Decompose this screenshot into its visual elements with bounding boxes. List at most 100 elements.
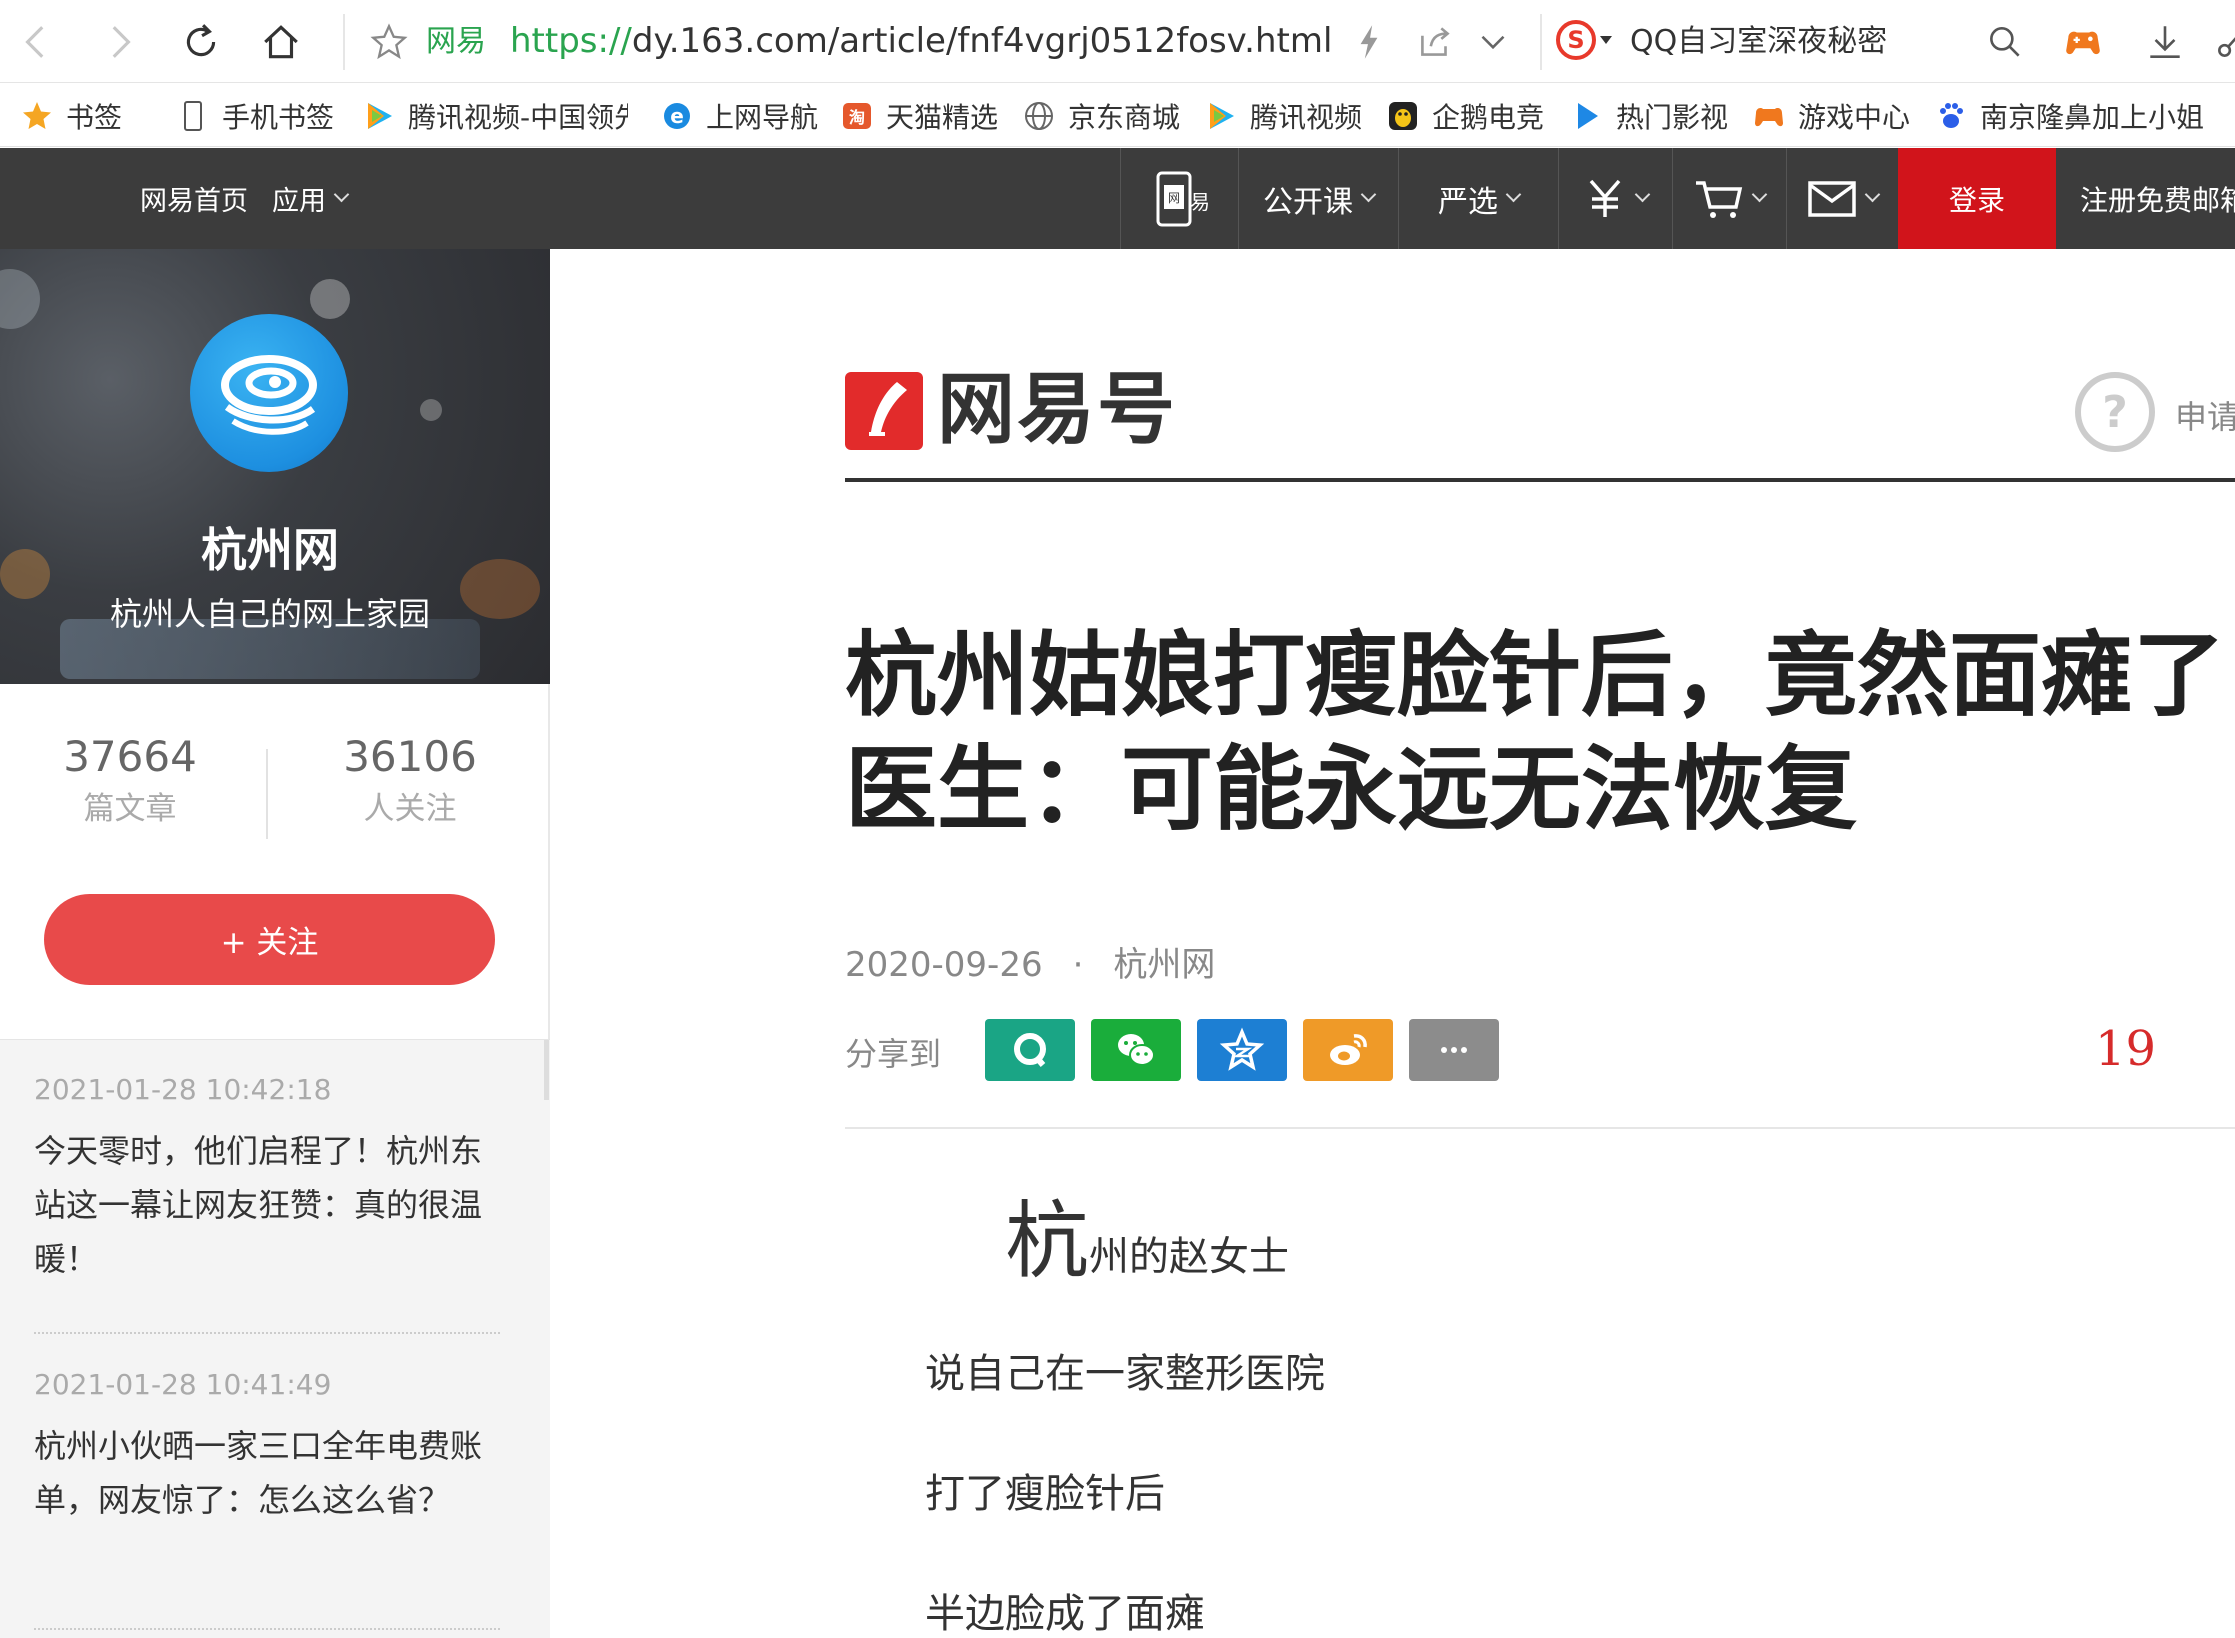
article-paragraph: 说自己在一家整形医院 <box>925 1351 1325 1397</box>
search-icon[interactable] <box>1978 15 2032 69</box>
chevron-down-icon[interactable] <box>1466 15 1520 69</box>
download-icon[interactable] <box>2138 15 2192 69</box>
bookmark-item[interactable]: 腾讯视频-中国领先 <box>362 84 628 146</box>
share-more-button[interactable] <box>1409 1019 1499 1081</box>
qq-icon <box>1014 1033 1046 1067</box>
article-link[interactable]: 今天零时，他们启程了！杭州东站这一幕让网友狂赞：真的很温暖！ <box>34 1124 500 1286</box>
home-icon[interactable] <box>254 15 308 69</box>
tencent-video-icon <box>1204 99 1238 133</box>
stat-followers: 36106 人关注 <box>280 729 540 833</box>
netease-hao-header: 网易号 ? 申请 <box>845 362 2235 482</box>
bookmark-item[interactable]: e 上网导航 <box>660 84 819 146</box>
login-button[interactable]: 登录 <box>1898 148 2056 249</box>
comment-count[interactable]: 19 <box>2095 1021 2156 1077</box>
nav-yanxuan[interactable]: 严选 <box>1398 148 1558 249</box>
stat-number: 36106 <box>343 732 477 781</box>
article-title: 杭州姑娘打瘦脸针后，竟然面瘫了！ 医生：可能永远无法恢复 <box>845 619 2235 847</box>
bookmark-item[interactable]: 书签 <box>20 84 122 146</box>
bookmark-item[interactable]: 京东商城 <box>1022 84 1180 146</box>
nav-mobile-app[interactable]: 网易 <box>1120 148 1238 249</box>
nav-item-label: 严选 <box>1438 184 1498 220</box>
address-input[interactable]: https://dy.163.com/article/fnf4vgrj0512f… <box>510 18 1332 64</box>
bookmark-item[interactable]: 南京隆鼻加上小姐 <box>1934 84 2230 146</box>
article-source[interactable]: 杭州网 <box>1113 945 1215 985</box>
share-qq-button[interactable] <box>985 1019 1075 1081</box>
author-stats: 37664 篇文章 36106 人关注 <box>0 729 550 889</box>
site-name-label: 网易 <box>426 24 486 59</box>
apply-link[interactable]: 申请 <box>2175 392 2235 438</box>
article-time: 2021-01-28 10:41:49 <box>34 1368 332 1401</box>
gamepad-icon <box>1752 99 1786 133</box>
wechat-icon <box>1118 1034 1155 1066</box>
reload-icon[interactable] <box>174 15 228 69</box>
bookmark-item[interactable]: 腾讯视频 <box>1204 84 1362 146</box>
engine-dropdown-caret[interactable] <box>1600 36 1612 44</box>
bookmark-label: 手机书签 <box>222 100 335 134</box>
browser-toolbar: 网易 https://dy.163.com/article/fnf4vgrj05… <box>0 0 2235 83</box>
netease-hao-logo-icon[interactable] <box>845 372 923 450</box>
game-icon[interactable] <box>2056 15 2110 69</box>
nav-item-label: 公开课 <box>1263 184 1353 220</box>
globe-icon <box>1022 99 1056 133</box>
bookmark-label: 游戏中心 <box>1798 100 1911 134</box>
mobile-app-icon: 网易 <box>1150 169 1210 229</box>
nav-mail[interactable] <box>1786 148 1898 249</box>
help-icon[interactable]: ? <box>2075 372 2155 452</box>
article-meta: 2020-09-26 · 杭州网 <box>845 937 1215 986</box>
list-item[interactable]: 2021-01-28 10:42:18 今天零时，他们启程了！杭州东站这一幕让网… <box>34 1070 500 1286</box>
author-avatar[interactable] <box>190 314 348 472</box>
more-dots-icon <box>1441 1047 1467 1053</box>
weibo-icon <box>1330 1034 1367 1065</box>
toolbar-divider <box>343 14 345 70</box>
nav-home-link[interactable]: 网易首页 <box>140 148 248 249</box>
scrollbar[interactable] <box>544 1040 549 1100</box>
lightning-icon[interactable] <box>1342 15 1396 69</box>
publish-date: 2020-09-26 <box>845 945 1043 985</box>
banner-bokeh <box>310 279 350 319</box>
scissors-icon[interactable] <box>2206 15 2235 69</box>
register-mail-link[interactable]: 注册免费邮箱 <box>2080 148 2235 249</box>
bookmark-label: 企鹅电竞 <box>1432 100 1545 134</box>
svg-text:易: 易 <box>1190 190 1210 214</box>
bookmark-item[interactable]: 热门影视 <box>1570 84 1728 146</box>
chevron-down-icon <box>1864 186 1881 203</box>
search-input[interactable]: QQ自习室深夜秘密 <box>1630 22 1887 62</box>
netease-hao-logo-text[interactable]: 网易号 <box>937 364 1177 456</box>
list-item[interactable]: 2021-01-28 10:41:49 杭州小伙晒一家三口全年电费账单，网友惊了… <box>34 1365 500 1527</box>
share-page-icon[interactable] <box>1408 15 1462 69</box>
share-wechat-button[interactable] <box>1091 1019 1181 1081</box>
bookmark-item[interactable]: 游戏中心 <box>1752 84 1911 146</box>
article-link[interactable]: 杭州小伙晒一家三口全年电费账单，网友惊了：怎么这么省？ <box>34 1419 500 1527</box>
chevron-down-icon <box>333 186 350 203</box>
qzone-star-icon <box>1219 1027 1265 1071</box>
article-time: 2021-01-28 10:42:18 <box>34 1073 332 1106</box>
share-weibo-button[interactable] <box>1303 1019 1393 1081</box>
share-qzone-button[interactable] <box>1197 1019 1287 1081</box>
bookmark-item[interactable]: 企鹅电竞 <box>1386 84 1545 146</box>
sogou-search-engine-icon[interactable]: S <box>1556 20 1596 60</box>
meta-separator: · <box>1072 945 1084 985</box>
chevron-down-icon <box>1360 186 1377 203</box>
phone-icon <box>176 99 210 133</box>
nav-apps-menu[interactable]: 应用 <box>272 148 350 249</box>
forward-icon[interactable] <box>92 15 146 69</box>
nav-shop[interactable] <box>1672 148 1786 249</box>
svg-text:网: 网 <box>1167 191 1179 205</box>
drop-cap: 杭 <box>1005 1192 1090 1290</box>
bookmark-item[interactable]: 手机书签 <box>176 84 335 146</box>
mail-icon <box>1807 179 1857 219</box>
bookmark-star-icon[interactable] <box>362 15 416 69</box>
author-name[interactable]: 杭州网 <box>0 514 540 580</box>
banner-bokeh <box>420 399 442 421</box>
follow-button[interactable]: + 关注 <box>44 894 495 985</box>
back-icon[interactable] <box>10 15 64 69</box>
share-bar: 分享到 19 <box>845 1019 2235 1129</box>
nav-open-course[interactable]: 公开课 <box>1238 148 1398 249</box>
article-paragraph: 半边脸成了面瘫 <box>925 1591 1205 1637</box>
banner-bokeh <box>0 269 40 329</box>
nav-finance[interactable] <box>1558 148 1672 249</box>
baidu-icon <box>1934 99 1968 133</box>
chevron-down-icon <box>1751 186 1768 203</box>
bookmark-label: 上网导航 <box>706 100 819 134</box>
bookmark-item[interactable]: 淘 天猫精选 <box>840 84 998 146</box>
